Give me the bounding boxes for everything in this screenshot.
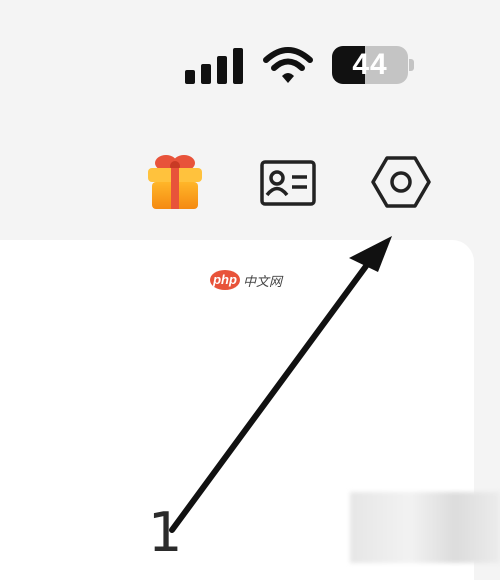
battery-cap bbox=[409, 59, 414, 71]
status-bar: 44 bbox=[0, 42, 500, 86]
settings-icon bbox=[371, 156, 431, 208]
gift-icon bbox=[148, 155, 202, 209]
battery-percentage: 44 bbox=[352, 48, 388, 81]
gift-button[interactable] bbox=[142, 150, 208, 214]
watermark-site-text: 中文网 bbox=[243, 273, 283, 289]
watermark-logo: php bbox=[210, 270, 240, 290]
signal-icon bbox=[185, 48, 243, 84]
watermark: php 中文网 bbox=[210, 270, 282, 290]
wifi-icon bbox=[262, 46, 314, 91]
settings-button[interactable] bbox=[368, 152, 434, 212]
id-card-icon bbox=[260, 160, 316, 206]
id-card-button[interactable] bbox=[256, 155, 320, 211]
step-number: 1 bbox=[148, 501, 183, 564]
blurred-region bbox=[350, 492, 500, 563]
battery-icon: 44 bbox=[332, 46, 408, 84]
